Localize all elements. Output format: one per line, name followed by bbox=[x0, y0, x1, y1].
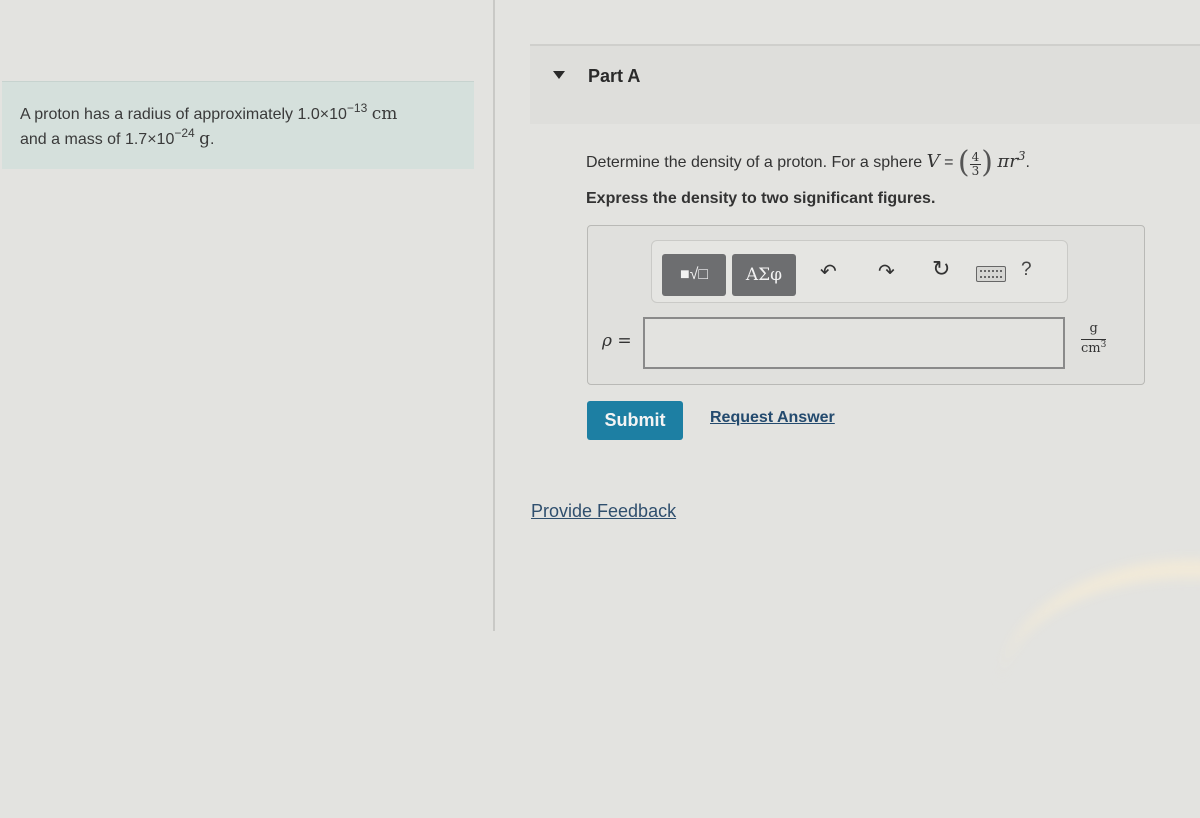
reset-icon[interactable]: ↻ bbox=[932, 256, 950, 282]
period: . bbox=[210, 131, 215, 148]
mass-unit: g bbox=[199, 129, 211, 149]
formula-volume-symbol: V bbox=[926, 151, 940, 172]
question-text: Determine the density of a proton. For a… bbox=[586, 145, 1030, 180]
mass-exponent: −24 bbox=[174, 126, 195, 140]
unit-denominator-text: cm bbox=[1081, 341, 1101, 356]
keyboard-icon[interactable] bbox=[976, 266, 1006, 282]
part-header[interactable]: Part A bbox=[530, 44, 1200, 124]
density-answer-input[interactable] bbox=[643, 317, 1065, 369]
units-fraction: g cm3 bbox=[1081, 321, 1107, 357]
left-paren: ( bbox=[957, 145, 970, 180]
problem-statement: A proton has a radius of approximately 1… bbox=[2, 81, 474, 169]
submit-button[interactable]: Submit bbox=[587, 401, 683, 440]
unit-exponent: 3 bbox=[1100, 340, 1107, 350]
fraction-numerator: 4 bbox=[969, 150, 982, 165]
formula-pi-r: πr bbox=[997, 151, 1018, 172]
caret-down-icon[interactable] bbox=[553, 71, 565, 79]
formula-period: . bbox=[1025, 154, 1030, 171]
templates-button[interactable]: ■√□ bbox=[662, 254, 726, 296]
left-pane: A proton has a radius of approximately 1… bbox=[0, 0, 493, 631]
problem-text: A proton has a radius of approximately bbox=[20, 106, 298, 123]
pane-divider bbox=[493, 0, 495, 631]
redo-icon[interactable]: ↷ bbox=[878, 259, 895, 284]
answer-card: ■√□ ΑΣφ ↶ ↷ ↻ ? ρ = g cm3 bbox=[587, 225, 1145, 385]
radius-unit: cm bbox=[371, 104, 398, 124]
request-answer-link[interactable]: Request Answer bbox=[710, 409, 835, 427]
density-label: ρ = bbox=[602, 331, 632, 351]
mass-value: 1.7×10 bbox=[124, 131, 175, 148]
problem-text: and a mass of bbox=[20, 131, 125, 148]
right-paren: ) bbox=[981, 145, 993, 180]
formula-equals: = bbox=[939, 154, 958, 171]
fraction-denominator: 3 bbox=[971, 164, 980, 178]
screen-glare bbox=[1000, 560, 1200, 818]
problem-line-2: and a mass of 1.7×10−24 g. bbox=[20, 127, 474, 152]
instruction-text: Express the density to two significant f… bbox=[586, 190, 936, 207]
symbols-label: ΑΣφ bbox=[745, 265, 783, 285]
symbols-button[interactable]: ΑΣφ bbox=[732, 254, 796, 296]
undo-icon[interactable]: ↶ bbox=[820, 259, 837, 284]
help-icon[interactable]: ? bbox=[1021, 259, 1032, 281]
unit-denominator: cm3 bbox=[1081, 340, 1106, 357]
unit-numerator: g bbox=[1081, 321, 1107, 340]
question-prefix: Determine the density of a proton. For a… bbox=[586, 154, 927, 171]
problem-line-1: A proton has a radius of approximately 1… bbox=[20, 102, 474, 127]
provide-feedback-link[interactable]: Provide Feedback bbox=[531, 501, 676, 522]
templates-icon: ■√□ bbox=[679, 266, 709, 283]
radius-exponent: −13 bbox=[346, 101, 368, 115]
radius-value: 1.0×10 bbox=[297, 106, 347, 123]
part-title: Part A bbox=[588, 66, 641, 86]
math-toolbar: ■√□ ΑΣφ ↶ ↷ ↻ ? bbox=[651, 240, 1068, 303]
fraction: 43 bbox=[969, 150, 982, 178]
